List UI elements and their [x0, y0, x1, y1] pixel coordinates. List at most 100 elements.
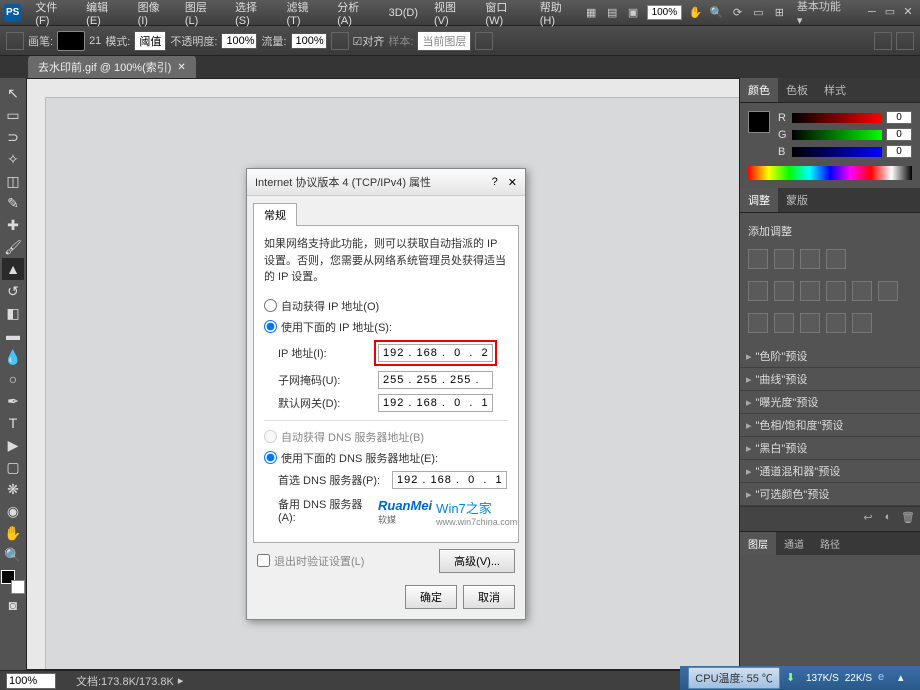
- brush-tool[interactable]: 🖌: [2, 236, 24, 258]
- menu-image[interactable]: 图像(I): [130, 0, 177, 31]
- menu-file[interactable]: 文件(F): [27, 0, 78, 31]
- brush-preview[interactable]: [57, 31, 85, 51]
- advanced-button[interactable]: 高级(V)...: [439, 549, 515, 573]
- gradientmap-icon[interactable]: [826, 313, 846, 333]
- extras-icon[interactable]: ▭: [751, 5, 766, 21]
- tab-channels[interactable]: 通道: [776, 532, 812, 555]
- r-value[interactable]: 0: [886, 111, 912, 124]
- cpu-temp-badge[interactable]: CPU温度: 55 ℃: [688, 667, 780, 689]
- preset-curves[interactable]: "曲线"预设: [740, 368, 920, 391]
- posterize-icon[interactable]: [774, 313, 794, 333]
- layers-body[interactable]: [740, 555, 920, 615]
- tool-preset-icon[interactable]: [6, 32, 24, 50]
- curves-icon[interactable]: [800, 249, 820, 269]
- brightness-icon[interactable]: [748, 249, 768, 269]
- radio-use-ip[interactable]: [264, 320, 277, 333]
- pen-tool[interactable]: ✒: [2, 390, 24, 412]
- type-tool[interactable]: T: [2, 412, 24, 434]
- eraser-tool[interactable]: ◧: [2, 302, 24, 324]
- help-icon[interactable]: ?: [492, 176, 498, 188]
- dialog-tab-general[interactable]: 常规: [253, 203, 297, 226]
- preset-bw[interactable]: "黑白"预设: [740, 437, 920, 460]
- airbrush-icon[interactable]: [331, 32, 349, 50]
- delete-icon[interactable]: 🗑: [900, 511, 916, 527]
- menu-3d[interactable]: 3D(D): [381, 3, 426, 23]
- mode-select[interactable]: 阈值: [134, 31, 166, 51]
- menu-help[interactable]: 帮助(H): [532, 0, 584, 31]
- menu-select[interactable]: 选择(S): [227, 0, 278, 31]
- sample-select[interactable]: 当前图层: [417, 31, 471, 51]
- bw-icon[interactable]: [826, 281, 846, 301]
- workspace-switcher[interactable]: 基本功能 ▾: [797, 0, 846, 27]
- cancel-button[interactable]: 取消: [463, 585, 515, 609]
- g-slider[interactable]: [792, 130, 882, 140]
- shape-tool[interactable]: ▢: [2, 456, 24, 478]
- radio-auto-ip[interactable]: [264, 299, 277, 312]
- color-spectrum[interactable]: [748, 166, 912, 180]
- path-select-tool[interactable]: ▶: [2, 434, 24, 456]
- menu-edit[interactable]: 编辑(E): [78, 0, 129, 31]
- tab-adjustments[interactable]: 调整: [740, 188, 778, 212]
- ok-button[interactable]: 确定: [405, 585, 457, 609]
- hue-icon[interactable]: [774, 281, 794, 301]
- opacity-input[interactable]: 100%: [221, 33, 257, 49]
- ip-input[interactable]: [378, 344, 493, 362]
- rotate-view-icon[interactable]: ⟳: [730, 5, 745, 21]
- vibrance-icon[interactable]: [748, 281, 768, 301]
- arrange-docs-icon[interactable]: ▤: [605, 5, 620, 21]
- flow-input[interactable]: 100%: [291, 33, 327, 49]
- guides-icon[interactable]: ⊞: [772, 5, 787, 21]
- crop-tool[interactable]: ◫: [2, 170, 24, 192]
- ignore-adjust-icon[interactable]: [475, 32, 493, 50]
- preset-levels[interactable]: "色阶"预设: [740, 345, 920, 368]
- preset-channelmix[interactable]: "通道混和器"预设: [740, 460, 920, 483]
- preset-exposure[interactable]: "曝光度"预设: [740, 391, 920, 414]
- quickmask-icon[interactable]: [874, 32, 892, 50]
- history-brush-tool[interactable]: ↺: [2, 280, 24, 302]
- r-slider[interactable]: [792, 113, 882, 123]
- gradient-tool[interactable]: ▬: [2, 324, 24, 346]
- tab-paths[interactable]: 路径: [812, 532, 848, 555]
- tab-styles[interactable]: 样式: [816, 78, 854, 102]
- hand-tool-icon[interactable]: ✋: [688, 5, 703, 21]
- threshold-icon[interactable]: [800, 313, 820, 333]
- levels-icon[interactable]: [774, 249, 794, 269]
- color-fg-swatch[interactable]: [748, 111, 770, 133]
- tab-swatches[interactable]: 色板: [778, 78, 816, 102]
- zoom-tool-icon[interactable]: 🔍: [709, 5, 724, 21]
- status-menu-icon[interactable]: ▸: [178, 674, 184, 687]
- hand-tool[interactable]: ✋: [2, 522, 24, 544]
- dodge-tool[interactable]: ○: [2, 368, 24, 390]
- colorbalance-icon[interactable]: [800, 281, 820, 301]
- menu-view[interactable]: 视图(V): [426, 0, 477, 31]
- document-tab[interactable]: 去水印前.gif @ 100%(索引) ✕: [28, 56, 196, 78]
- b-slider[interactable]: [792, 147, 882, 157]
- menu-analysis[interactable]: 分析(A): [329, 0, 380, 31]
- preset-selective[interactable]: "可选颜色"预设: [740, 483, 920, 506]
- gateway-input[interactable]: [378, 394, 493, 412]
- preset-hue[interactable]: "色相/饱和度"预设: [740, 414, 920, 437]
- wand-tool[interactable]: ✧: [2, 148, 24, 170]
- tab-color[interactable]: 颜色: [740, 78, 778, 102]
- exposure-icon[interactable]: [826, 249, 846, 269]
- lasso-tool[interactable]: ⊃: [2, 126, 24, 148]
- stamp-tool[interactable]: ▲: [2, 258, 24, 280]
- menu-window[interactable]: 窗口(W): [477, 0, 531, 31]
- tab-layers[interactable]: 图层: [740, 532, 776, 555]
- screen-mode-icon[interactable]: ▣: [626, 5, 641, 21]
- tab-masks[interactable]: 蒙版: [778, 188, 816, 212]
- radio-use-dns[interactable]: [264, 451, 277, 464]
- menu-filter[interactable]: 滤镜(T): [278, 0, 329, 31]
- minimize-icon[interactable]: ─: [864, 6, 880, 20]
- align-checkbox[interactable]: ☑对齐: [353, 33, 385, 49]
- clip-icon[interactable]: ◐: [880, 511, 896, 527]
- return-icon[interactable]: ↩: [860, 511, 876, 527]
- restore-icon[interactable]: ▭: [882, 6, 898, 20]
- 3d-camera-tool[interactable]: ◉: [2, 500, 24, 522]
- mask-input[interactable]: [378, 371, 493, 389]
- menu-layer[interactable]: 图层(L): [177, 0, 227, 31]
- tray-ie-icon[interactable]: e: [878, 671, 892, 685]
- close-icon[interactable]: ✕: [900, 6, 916, 20]
- blur-tool[interactable]: 💧: [2, 346, 24, 368]
- channelmixer-icon[interactable]: [878, 281, 898, 301]
